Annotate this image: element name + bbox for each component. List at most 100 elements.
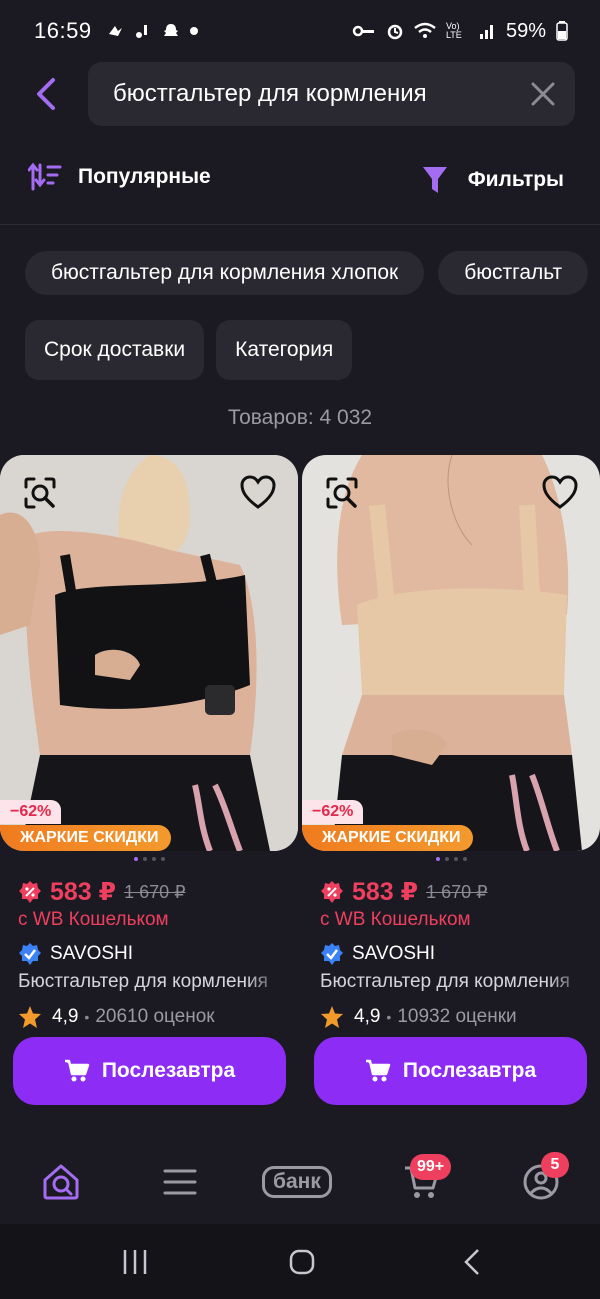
product-price: 583 ₽ [50,878,117,906]
close-icon[interactable] [529,80,557,108]
old-price: 1 670 ₽ [426,881,488,902]
battery-percent: 59% [505,19,546,42]
pager-dot [444,857,449,861]
wifi-icon [414,22,436,38]
search-bar-row: бюстгальтер для кормления [0,62,600,128]
cart-icon [64,1059,90,1082]
sort-icon [28,162,62,191]
product-price: 583 ₽ [352,878,419,906]
category-chip[interactable]: Категория [216,320,353,380]
nav-bank[interactable]: банк [262,1158,332,1206]
nav-catalog[interactable] [160,1158,200,1206]
product-info: 583 ₽ 1 670 ₽ с WB Кошельком SAVOSHI Бюс… [18,863,288,1031]
heart-icon[interactable] [238,473,278,513]
notification-icon [135,25,147,38]
chevron-left-icon [37,78,55,110]
image-search-icon[interactable] [322,473,362,513]
pager-dot [133,857,138,861]
reviews-count: 10932 оценки [397,1006,517,1027]
star-icon [19,1006,41,1028]
filter-chips: Срок доставки Категория [25,320,353,380]
hot-sale-badge: ЖАРКИЕ СКИДКИ [0,825,171,851]
search-input[interactable]: бюстгальтер для кормления [88,62,575,126]
home-icon [289,1249,315,1275]
pager-dot [160,857,165,861]
pager-dot [435,857,440,861]
suggestion-chip[interactable]: бюстгальт [438,251,589,295]
heart-icon[interactable] [540,473,580,513]
suggestion-chips: бюстгальтер для кормления хлопок бюстгал… [25,251,589,295]
filters-label: Фильтры [467,168,564,191]
bank-label: банк [262,1166,332,1198]
recent-apps-button[interactable] [118,1246,152,1278]
suggestion-chip[interactable]: бюстгальтер для кормления хлопок [25,251,425,295]
product-image [0,455,298,851]
sort-button[interactable]: Популярные [28,162,211,192]
star-icon [321,1006,343,1028]
bottom-nav: банк 99+ 5 [0,1140,600,1224]
discount-icon [19,881,41,903]
verified-icon [321,943,343,965]
product-photo[interactable]: −62% ЖАРКИЕ СКИДКИ [302,455,600,851]
notification-icon [108,26,122,36]
search-query: бюстгальтер для кормления [113,80,427,107]
profile-badge: 5 [541,1152,569,1178]
wallet-note: с WB Кошельком [320,909,471,930]
brand-name: SAVOSHI [50,943,134,964]
reviews-count: 20610 оценок [95,1006,215,1027]
delivery-button[interactable]: Послезавтра [314,1037,587,1105]
cart-icon [365,1059,391,1082]
sort-filter-row: Популярные Фильтры [0,150,600,210]
system-nav-bar [0,1224,600,1299]
rating-value: 4,9 [52,1006,79,1027]
back-icon [464,1249,479,1275]
signal-icon [479,25,493,39]
pager-dot [453,857,458,861]
discount-badge: −62% [0,800,62,824]
product-info: 583 ₽ 1 670 ₽ с WB Кошельком SAVOSHI Бюс… [320,863,590,1031]
results-count: Товаров: 4 032 [227,406,373,429]
nav-home[interactable] [40,1158,82,1206]
product-title: Бюстгальтер для кормления [320,971,570,992]
status-bar: 16:59 Vo) LTE 59% [0,0,600,62]
delivery-label: Послезавтра [402,1059,537,1082]
back-button[interactable] [28,74,64,114]
brand-name: SAVOSHI [352,943,436,964]
snapchat-icon [163,24,178,36]
delivery-label: Послезавтра [101,1059,236,1082]
delivery-time-chip[interactable]: Срок доставки [25,320,205,380]
pager-dot [142,857,147,861]
verified-icon [19,943,41,965]
sort-label: Популярные [78,165,211,188]
delivery-button[interactable]: Послезавтра [13,1037,286,1105]
home-button[interactable] [285,1246,319,1278]
pager-dot [151,857,156,861]
back-nav-button[interactable] [455,1246,489,1278]
divider [0,224,600,225]
status-time: 16:59 [34,18,92,43]
network-label: Vo) LTE [445,21,462,40]
product-card[interactable]: −62% ЖАРКИЕ СКИДКИ 583 ₽ 1 670 ₽ с WB Ко… [0,455,298,1028]
menu-icon [163,1169,197,1195]
key-icon [352,25,374,37]
discount-icon [321,881,343,903]
rating-value: 4,9 [354,1006,381,1027]
product-title: Бюстгальтер для кормления [18,971,268,992]
product-card[interactable]: −62% ЖАРКИЕ СКИДКИ 583 ₽ 1 670 ₽ с WB Ко… [302,455,600,1028]
discount-badge: −62% [302,800,364,824]
wallet-note: с WB Кошельком [18,909,169,930]
product-photo[interactable]: −62% ЖАРКИЕ СКИДКИ [0,455,298,851]
image-search-icon[interactable] [20,473,60,513]
dot-icon [189,27,198,35]
recent-apps-icon [123,1250,147,1274]
old-price: 1 670 ₽ [124,881,186,902]
hot-sale-badge: ЖАРКИЕ СКИДКИ [302,825,473,851]
alarm-icon [387,24,403,40]
filters-button[interactable]: Фильтры [422,165,564,195]
home-search-icon [43,1164,79,1200]
cart-badge: 99+ [410,1154,452,1180]
funnel-icon [422,167,447,193]
battery-icon [556,21,568,41]
product-image [302,455,600,851]
pager-dot [462,857,467,861]
